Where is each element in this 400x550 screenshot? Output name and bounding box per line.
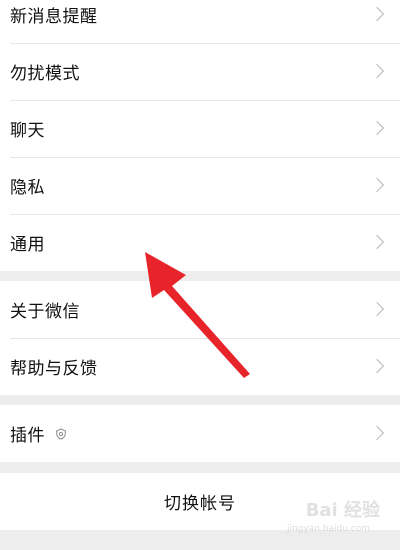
watermark-url: jingyan.baidu.com <box>286 524 370 534</box>
chevron-right-icon <box>369 6 385 21</box>
settings-item-privacy[interactable]: 隐私 <box>0 157 400 214</box>
section-divider <box>0 462 400 473</box>
watermark-logo: Bai 经验 <box>305 500 380 521</box>
settings-item-label: 通用 <box>10 235 45 255</box>
chevron-right-icon <box>369 234 385 249</box>
settings-group-3: 插件 <box>0 405 400 462</box>
chevron-right-icon <box>369 358 385 373</box>
chevron-right-icon <box>369 301 385 316</box>
settings-item-label: 隐私 <box>10 178 45 198</box>
settings-item-general[interactable]: 通用 <box>0 214 400 271</box>
chevron-right-icon <box>369 425 385 440</box>
plugin-shield-icon <box>55 427 67 440</box>
settings-item-label: 关于微信 <box>10 302 80 322</box>
section-divider <box>0 395 400 405</box>
settings-item-do-not-disturb[interactable]: 勿扰模式 <box>0 43 400 100</box>
chevron-right-icon <box>369 63 385 78</box>
chevron-right-icon <box>369 120 385 135</box>
settings-item-label: 插件 <box>10 426 45 446</box>
settings-item-new-message-notification[interactable]: 新消息提醒 <box>0 0 400 43</box>
settings-group-1: 新消息提醒 勿扰模式 聊天 隐私 通用 <box>0 0 400 271</box>
settings-item-help-feedback[interactable]: 帮助与反馈 <box>0 338 400 395</box>
settings-item-plugins[interactable]: 插件 <box>0 405 400 462</box>
section-divider <box>0 271 400 281</box>
settings-item-label: 新消息提醒 <box>10 7 98 27</box>
settings-item-label: 勿扰模式 <box>10 64 80 84</box>
settings-group-2: 关于微信 帮助与反馈 <box>0 281 400 395</box>
settings-item-label: 帮助与反馈 <box>10 359 98 379</box>
settings-item-label: 聊天 <box>10 121 45 141</box>
switch-account-label: 切换帐号 <box>164 494 236 514</box>
chevron-right-icon <box>369 177 385 192</box>
settings-item-about-wechat[interactable]: 关于微信 <box>0 281 400 338</box>
settings-item-chat[interactable]: 聊天 <box>0 100 400 157</box>
